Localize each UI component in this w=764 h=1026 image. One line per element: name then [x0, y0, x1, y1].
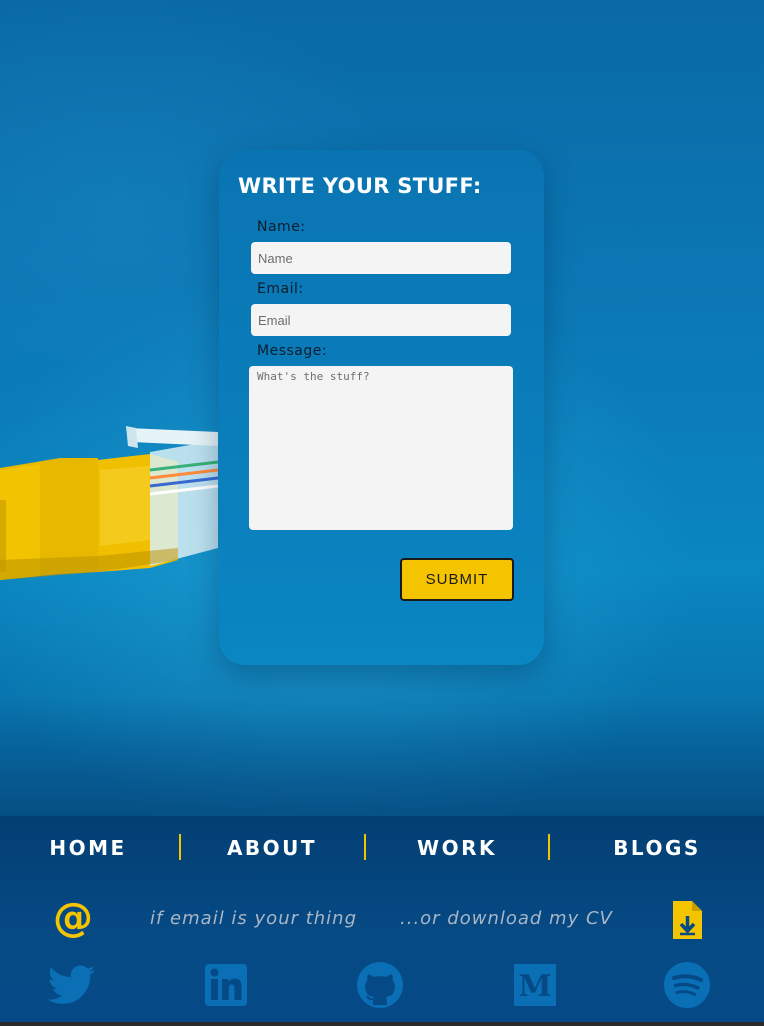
nav-separator — [548, 834, 550, 860]
footer: HOME ABOUT WORK BLOGS @ if email is your… — [0, 816, 764, 1022]
github-icon[interactable] — [355, 962, 405, 1008]
nav-blogs-link[interactable]: BLOGS — [577, 836, 737, 860]
cv-download-text[interactable]: ...or download my CV — [400, 908, 613, 929]
linkedin-icon[interactable] — [201, 962, 251, 1008]
form-title: WRITE YOUR STUFF: — [238, 174, 482, 198]
nav-work-link[interactable]: WORK — [377, 836, 537, 860]
contact-form-card: WRITE YOUR STUFF: Name: Email: Message: … — [219, 150, 544, 665]
name-input[interactable] — [251, 242, 511, 274]
name-label: Name: — [257, 219, 306, 235]
medium-icon[interactable]: M — [510, 962, 560, 1008]
twitter-icon[interactable] — [47, 962, 97, 1008]
nav-separator — [179, 834, 181, 860]
email-label: Email: — [257, 281, 304, 297]
message-label: Message: — [257, 343, 328, 359]
bottom-edge-bar — [0, 1022, 764, 1026]
nav-about-link[interactable]: ABOUT — [192, 836, 352, 860]
at-sign-icon[interactable]: @ — [52, 898, 94, 940]
spotify-icon[interactable] — [662, 962, 712, 1008]
email-contact-text[interactable]: if email is your thing — [150, 908, 357, 929]
file-download-icon[interactable] — [672, 900, 703, 940]
svg-text:M: M — [518, 969, 551, 1004]
nav-home-link[interactable]: HOME — [8, 836, 168, 860]
email-input[interactable] — [251, 304, 511, 336]
message-textarea[interactable] — [249, 366, 513, 530]
nav-separator — [364, 834, 366, 860]
submit-button[interactable]: SUBMIT — [400, 558, 514, 601]
